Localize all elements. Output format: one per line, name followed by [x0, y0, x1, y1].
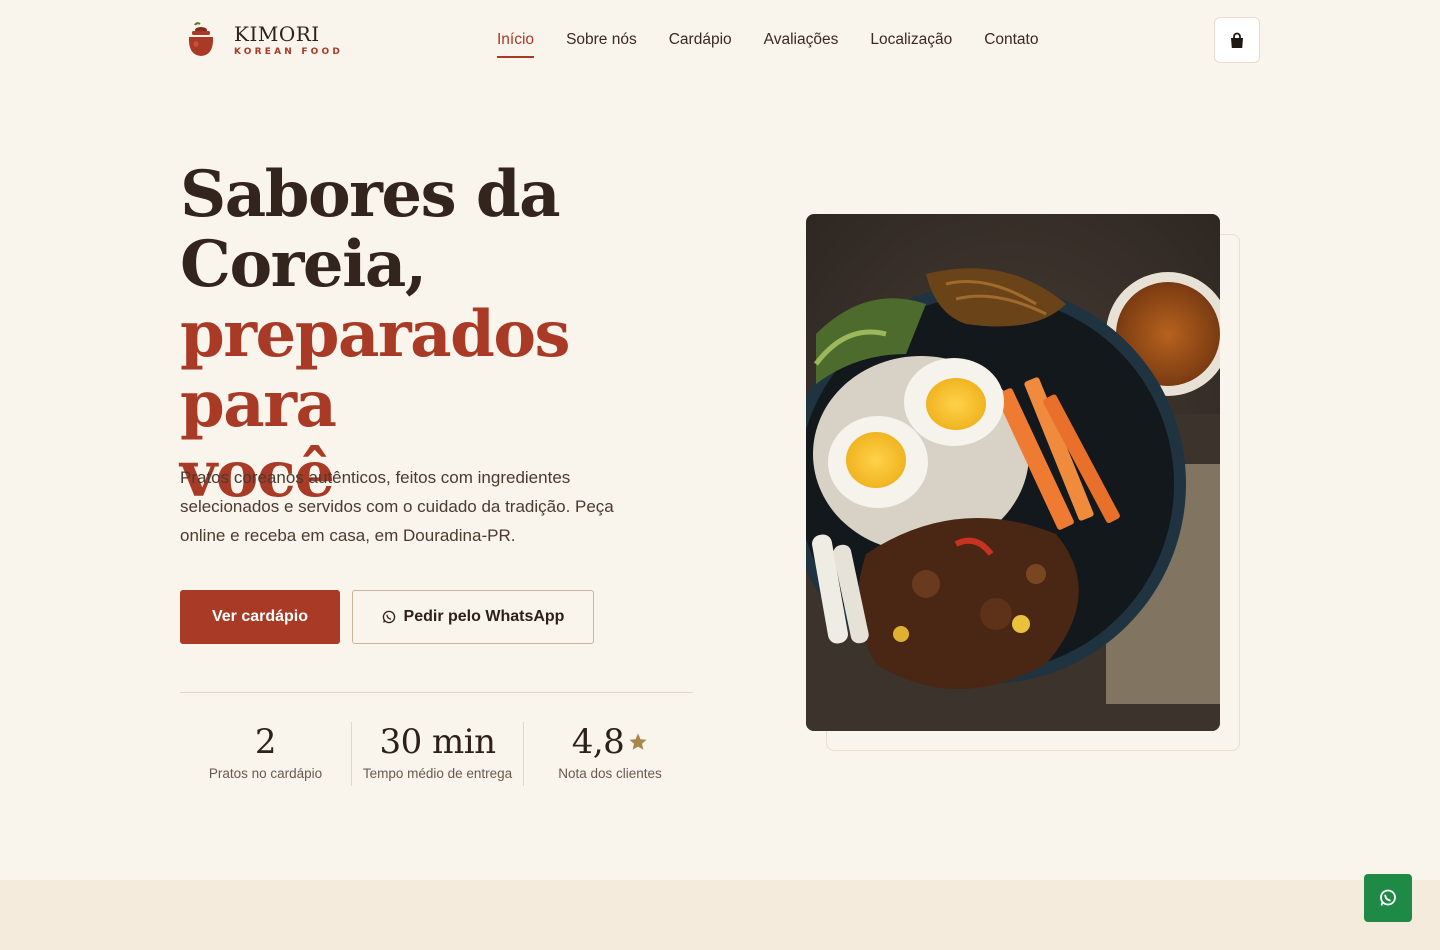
- star-icon: [629, 733, 647, 750]
- whatsapp-icon: [1380, 889, 1396, 906]
- view-menu-button[interactable]: Ver cardápio: [180, 590, 340, 644]
- nav-item-inicio[interactable]: Início: [497, 29, 535, 58]
- main-nav: Início Sobre nós Cardápio Avaliações Loc…: [497, 29, 1070, 58]
- hero-title-line-2: Coreia,: [180, 227, 427, 302]
- shopping-bag-icon: [1231, 32, 1243, 48]
- stat-rating-value-wrap: 4,8: [572, 722, 649, 762]
- hero-title: Sabores da Coreia, preparados para você: [180, 160, 740, 510]
- hero-title-line-1: Sabores da: [180, 157, 561, 232]
- cart-button[interactable]: [1214, 17, 1260, 63]
- stat-rating-label: Nota dos clientes: [558, 766, 662, 781]
- nav-item-avaliacoes[interactable]: Avaliações: [764, 29, 839, 51]
- brand-tagline: KOREAN FOOD: [234, 46, 344, 57]
- brand-name: KIMORI: [234, 21, 320, 46]
- hero-description: Pratos coreanos autênticos, feitos com i…: [180, 468, 614, 545]
- stats-divider: [180, 692, 693, 693]
- brand-text: KIMORI KOREAN FOOD: [234, 23, 343, 58]
- hero-title-accent-1: preparados para: [180, 297, 571, 442]
- whatsapp-order-button[interactable]: Pedir pelo WhatsApp: [352, 590, 594, 644]
- stats-row: 2 Pratos no cardápio 30 min Tempo médio …: [180, 722, 696, 786]
- stat-delivery-value: 30 min: [379, 722, 496, 762]
- site-header: KIMORI KOREAN FOOD Início Sobre nós Card…: [0, 0, 1440, 80]
- nav-item-sobre-nos[interactable]: Sobre nós: [566, 29, 637, 51]
- stat-dishes: 2 Pratos no cardápio: [180, 722, 352, 786]
- stat-rating: 4,8 Nota dos clientes: [524, 722, 696, 786]
- whatsapp-order-label: Pedir pelo WhatsApp: [403, 608, 565, 625]
- next-section-band: [0, 880, 1440, 950]
- whatsapp-floating-button[interactable]: [1364, 874, 1412, 922]
- stat-dishes-label: Pratos no cardápio: [208, 766, 323, 781]
- nav-item-contato[interactable]: Contato: [984, 29, 1038, 51]
- stat-rating-value: 4,8: [571, 722, 625, 762]
- stat-delivery-time: 30 min Tempo médio de entrega: [352, 722, 524, 786]
- bibimbap-bowl-image: [806, 214, 1220, 731]
- brand-logo-link[interactable]: KIMORI KOREAN FOOD: [185, 20, 343, 60]
- whatsapp-icon: [382, 610, 395, 624]
- nav-item-cardapio[interactable]: Cardápio: [669, 29, 732, 51]
- stat-delivery-label: Tempo médio de entrega: [362, 766, 513, 781]
- stat-dishes-value: 2: [254, 722, 277, 762]
- hero-food-image: [806, 214, 1220, 731]
- nav-item-localizacao[interactable]: Localização: [870, 29, 952, 51]
- pot-logo-icon: [188, 22, 214, 56]
